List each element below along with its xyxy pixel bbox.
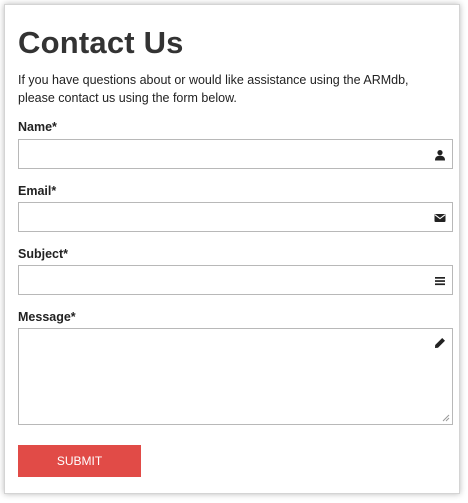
user-icon [435,150,445,161]
pencil-icon [435,338,445,348]
message-label: Message* [18,310,76,324]
contact-form-card: Contact Us If you have questions about o… [4,4,460,494]
name-input[interactable] [19,140,452,168]
intro-text: If you have questions about or would lik… [18,73,409,105]
email-label: Email* [18,184,57,198]
message-textarea[interactable] [19,329,452,424]
subject-input[interactable] [19,266,452,294]
page-title: Contact Us [18,25,184,60]
subject-label: Subject* [18,247,69,261]
resize-handle-icon[interactable] [442,414,450,422]
list-icon [435,277,445,286]
message-field-wrapper [18,328,453,425]
name-label: Name* [18,120,57,134]
submit-button[interactable]: SUBMIT [18,445,141,477]
email-input[interactable] [19,203,452,231]
envelope-icon [434,214,446,222]
subject-field-wrapper [18,265,453,295]
email-field-wrapper [18,202,453,232]
name-field-wrapper [18,139,453,169]
